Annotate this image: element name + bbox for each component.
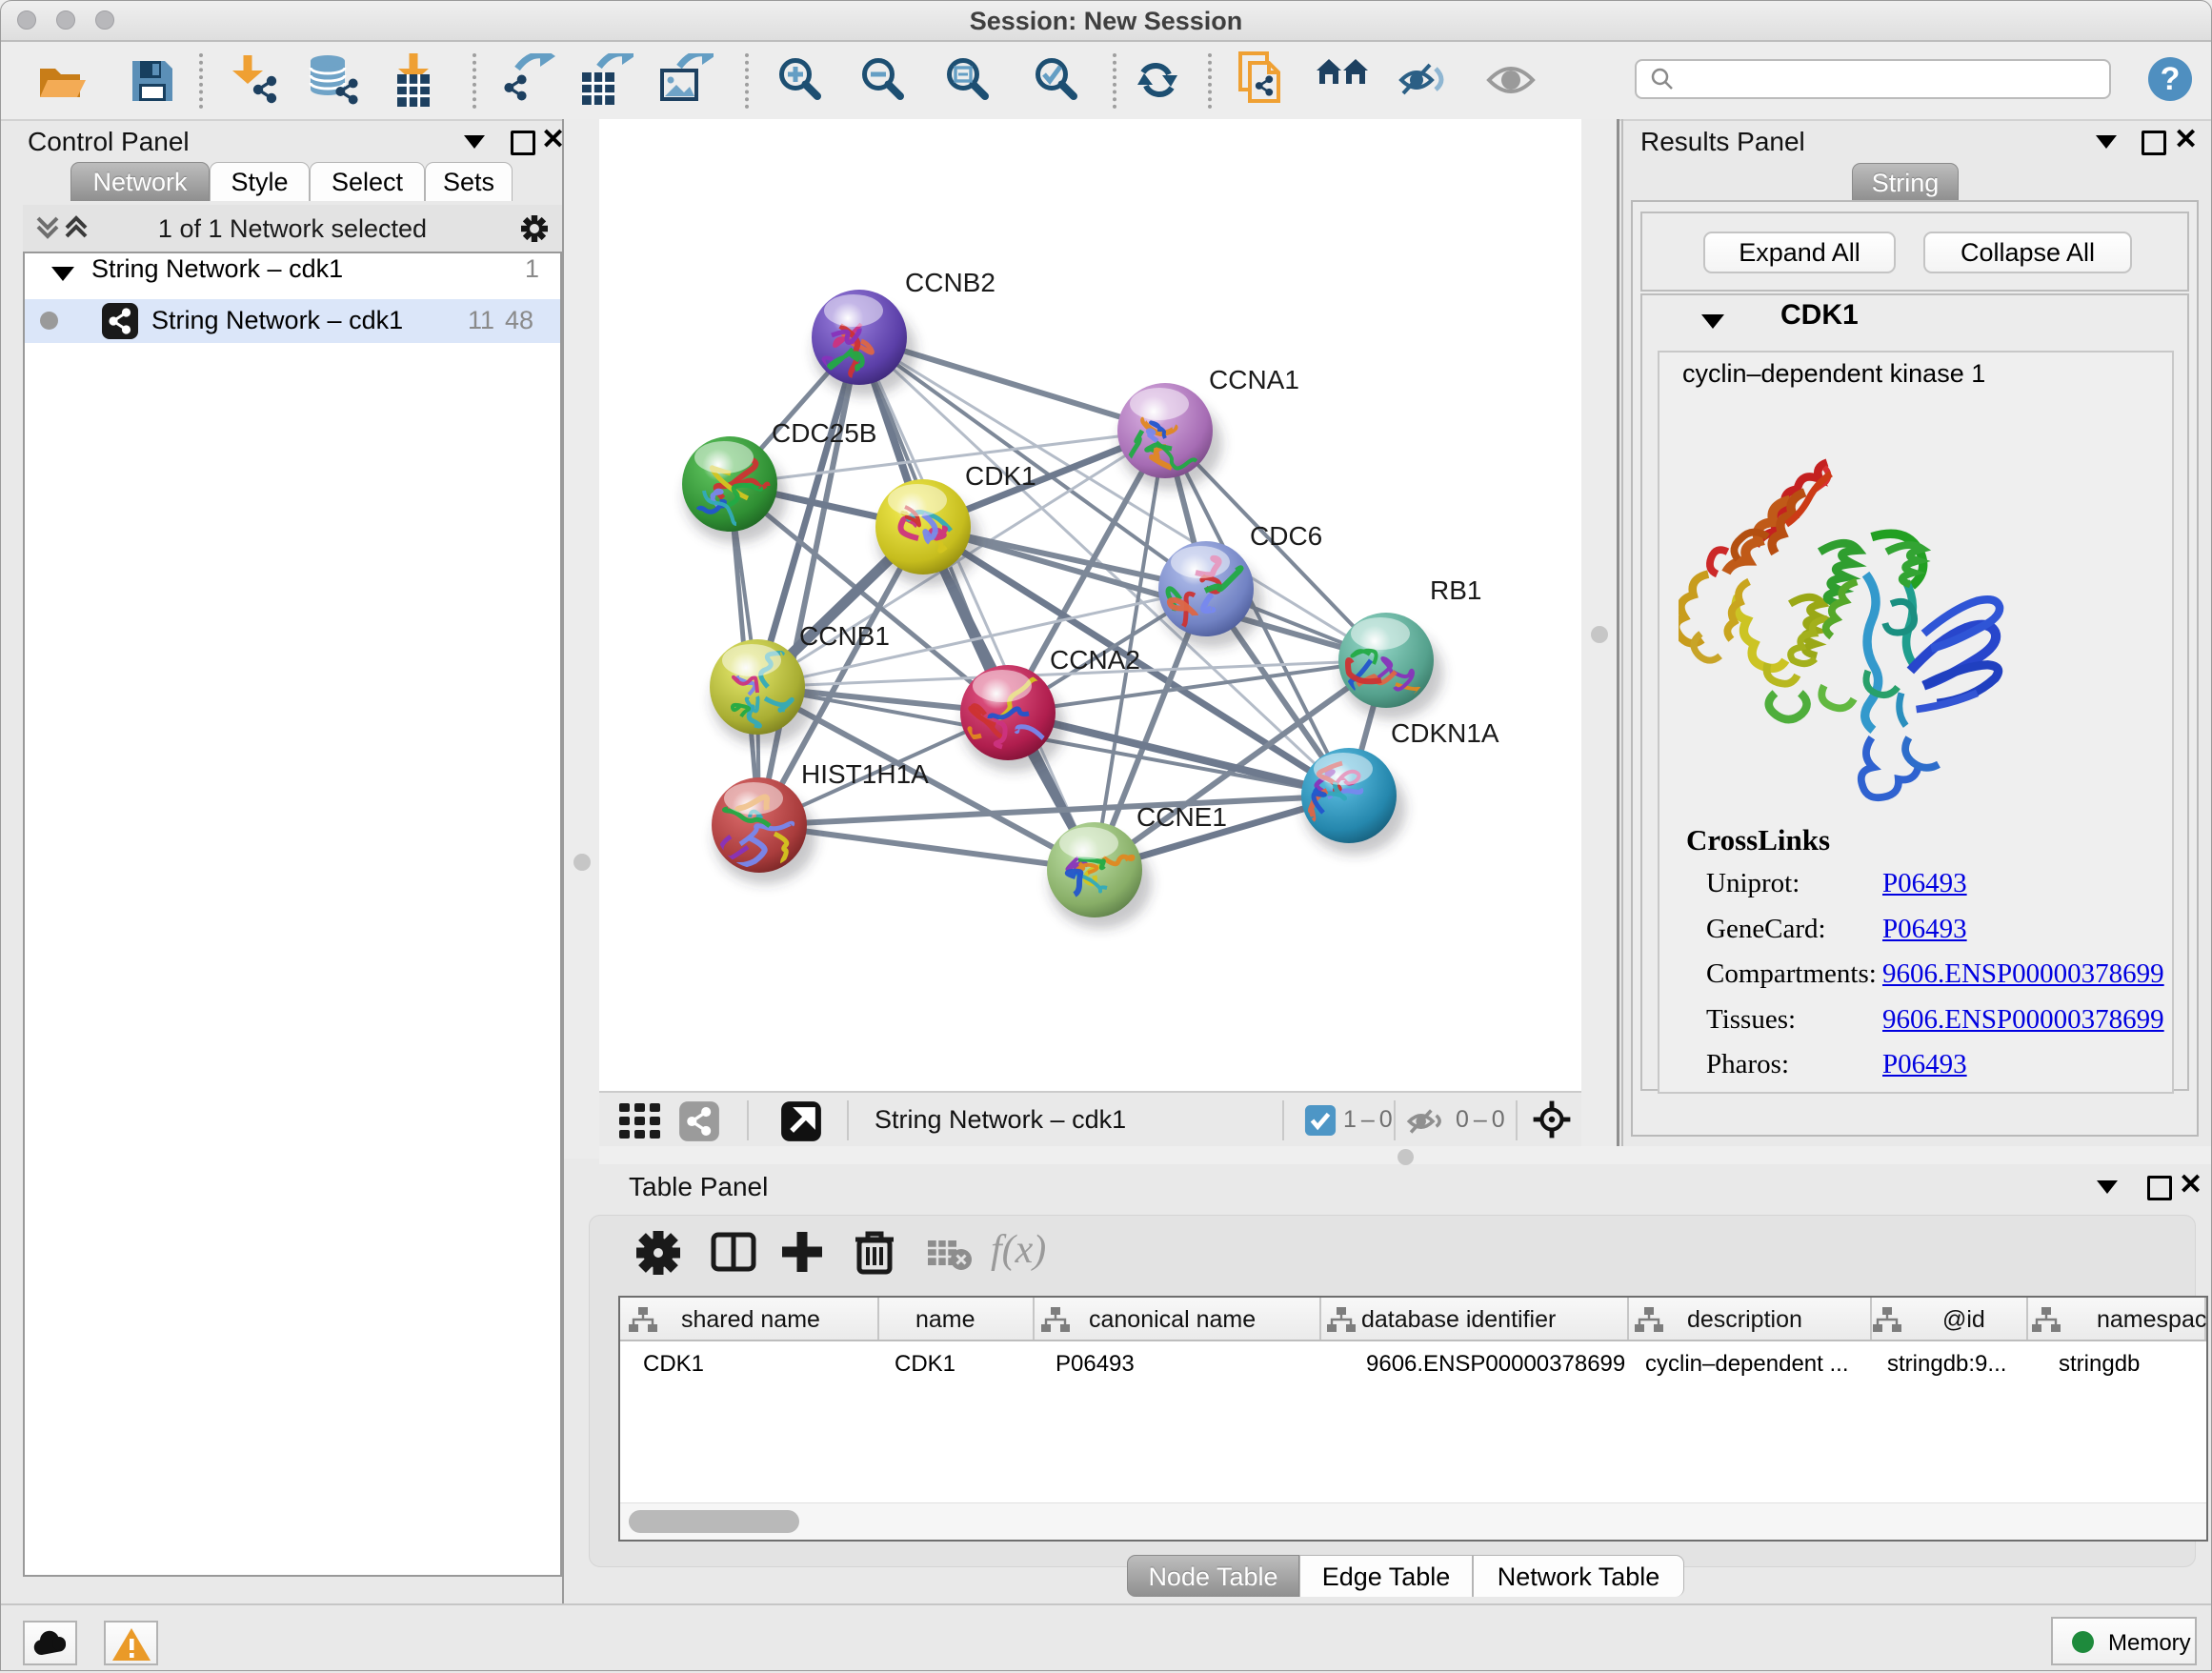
svg-text:HIST1H1A: HIST1H1A	[801, 759, 929, 789]
svg-text:CCNE1: CCNE1	[1136, 802, 1227, 832]
svg-text:CDC6: CDC6	[1250, 521, 1322, 551]
svg-text:CDKN1A: CDKN1A	[1391, 718, 1499, 748]
svg-text:CDC25B: CDC25B	[772, 418, 876, 448]
svg-text:?: ?	[2161, 61, 2181, 97]
svg-text:CDK1: CDK1	[965, 461, 1036, 491]
svg-text:CCNA1: CCNA1	[1209, 365, 1299, 394]
svg-text:RB1: RB1	[1430, 575, 1481, 605]
svg-text:CCNB1: CCNB1	[799, 621, 890, 651]
svg-text:CCNB2: CCNB2	[905, 268, 995, 297]
svg-text:CCNA2: CCNA2	[1050, 645, 1140, 675]
